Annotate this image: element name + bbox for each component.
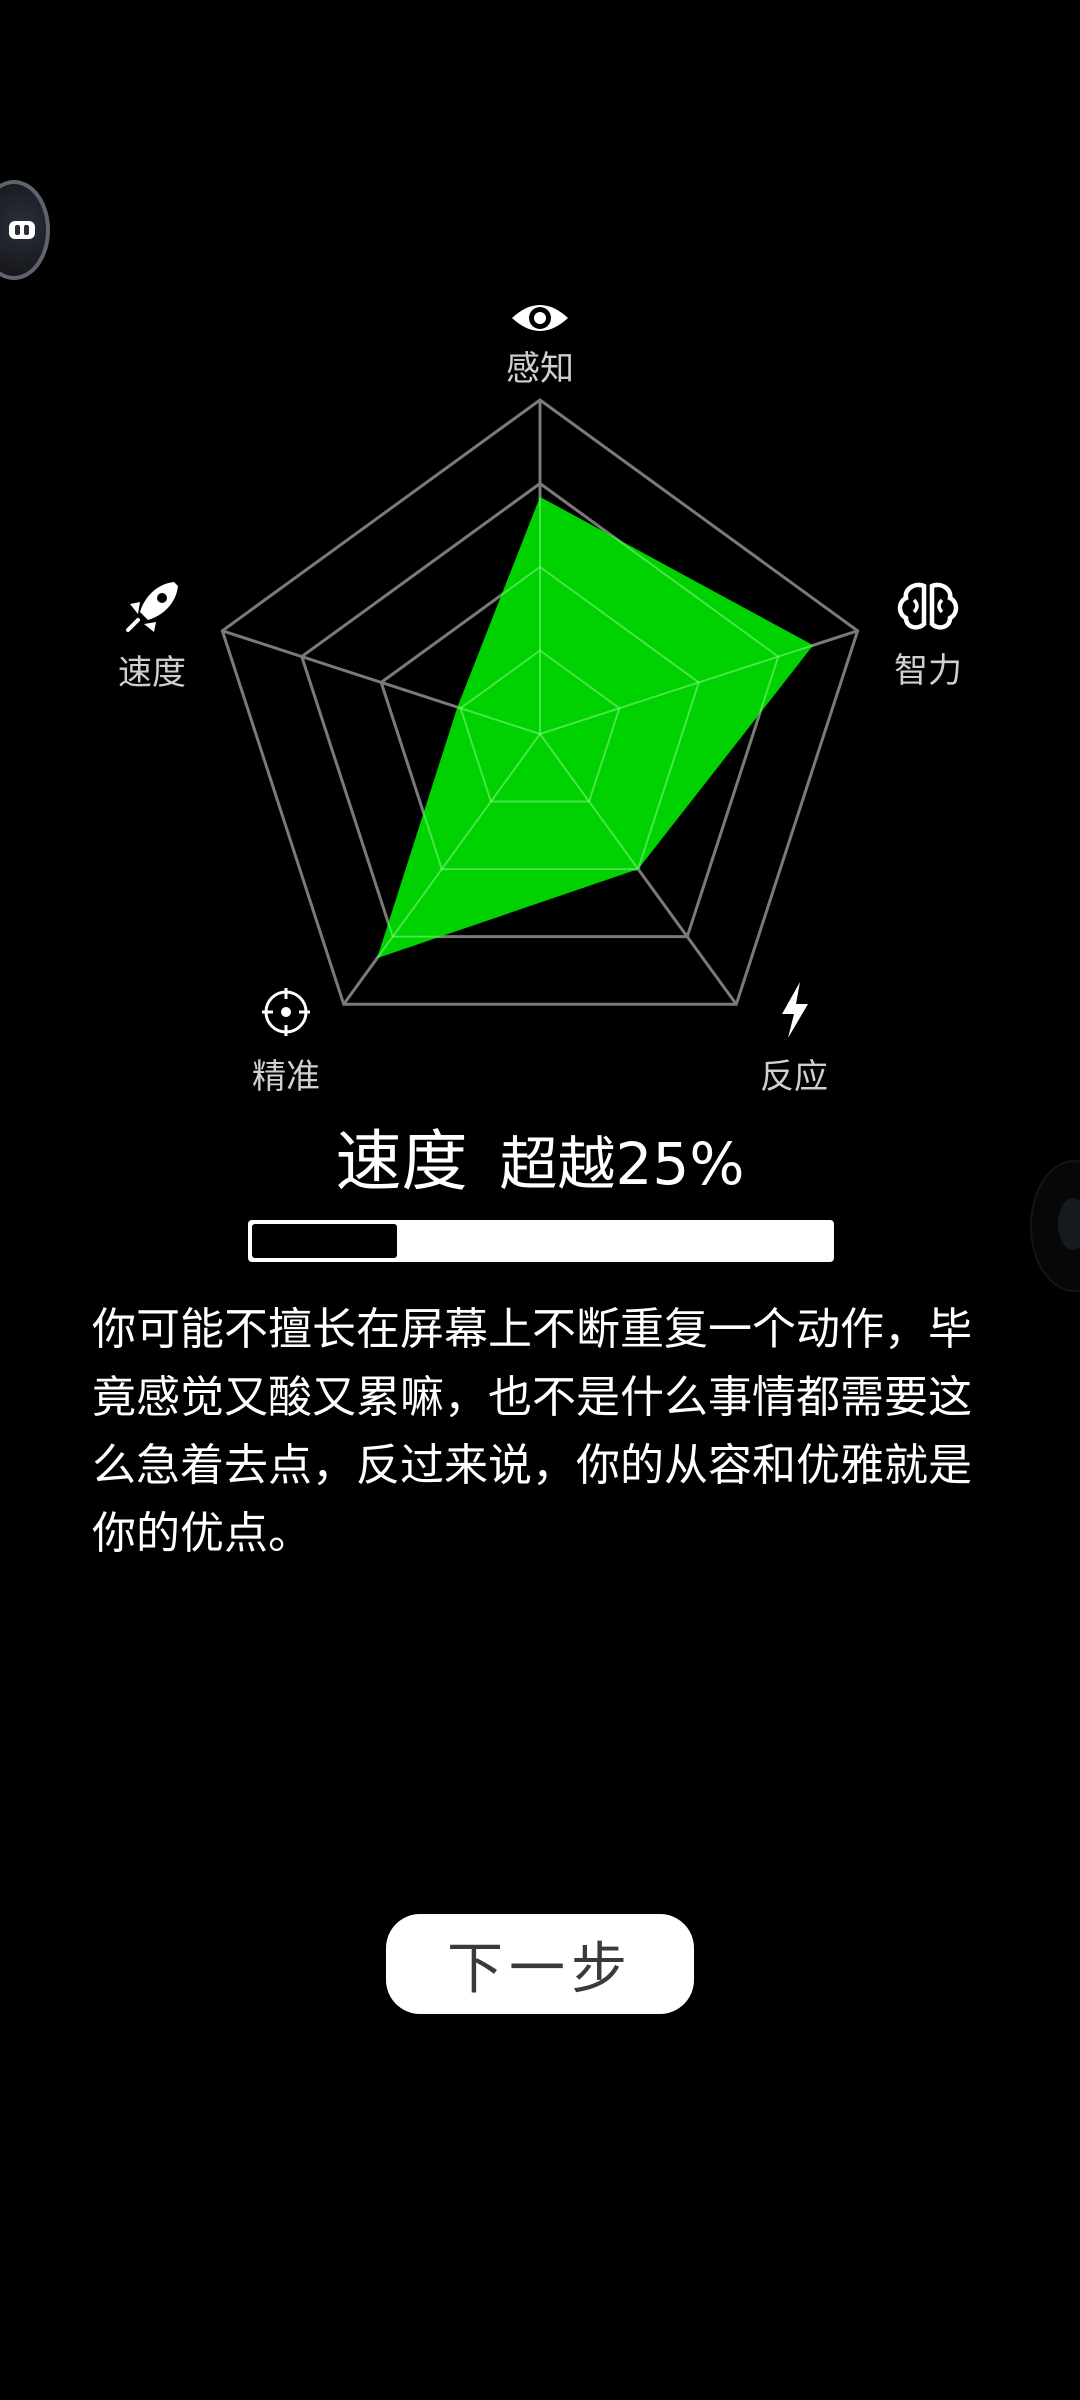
bubble-dot-icon — [1058, 1198, 1080, 1250]
brain-icon — [897, 582, 959, 630]
percentile-progress-fill — [252, 1224, 397, 1258]
radar-value-polygon — [377, 496, 814, 959]
crosshair-icon — [262, 988, 310, 1036]
rocket-icon — [126, 582, 178, 632]
axis-label-accuracy: 精准 — [252, 1057, 320, 1097]
axis-label-perception: 感知 — [506, 349, 574, 389]
axis-label-speed: 速度 — [118, 653, 186, 693]
eye-icon — [512, 305, 568, 331]
result-description: 你可能不擅长在屏幕上不断重复一个动作，毕竟感觉又酸又累嘛，也不是什么事情都需要这… — [92, 1304, 972, 1559]
next-step-button[interactable]: 下一步 — [386, 1914, 694, 2014]
result-percentile: 超越25% — [499, 1130, 745, 1198]
result-headline: 速度 超越25% — [0, 1108, 1080, 1204]
result-screen: 感知 智力 反应 精准 速度 速度 超越25% 你可能不擅长在屏幕上不断重复一个动… — [0, 0, 1080, 2400]
result-category: 速度 — [335, 1123, 468, 1200]
percentile-progress-bar — [248, 1220, 834, 1262]
axis-label-intelligence: 智力 — [894, 651, 962, 691]
axis-label-reaction: 反应 — [760, 1057, 828, 1097]
lightning-icon — [782, 982, 808, 1038]
radar-chart: 感知 智力 反应 精准 速度 — [118, 305, 962, 1097]
